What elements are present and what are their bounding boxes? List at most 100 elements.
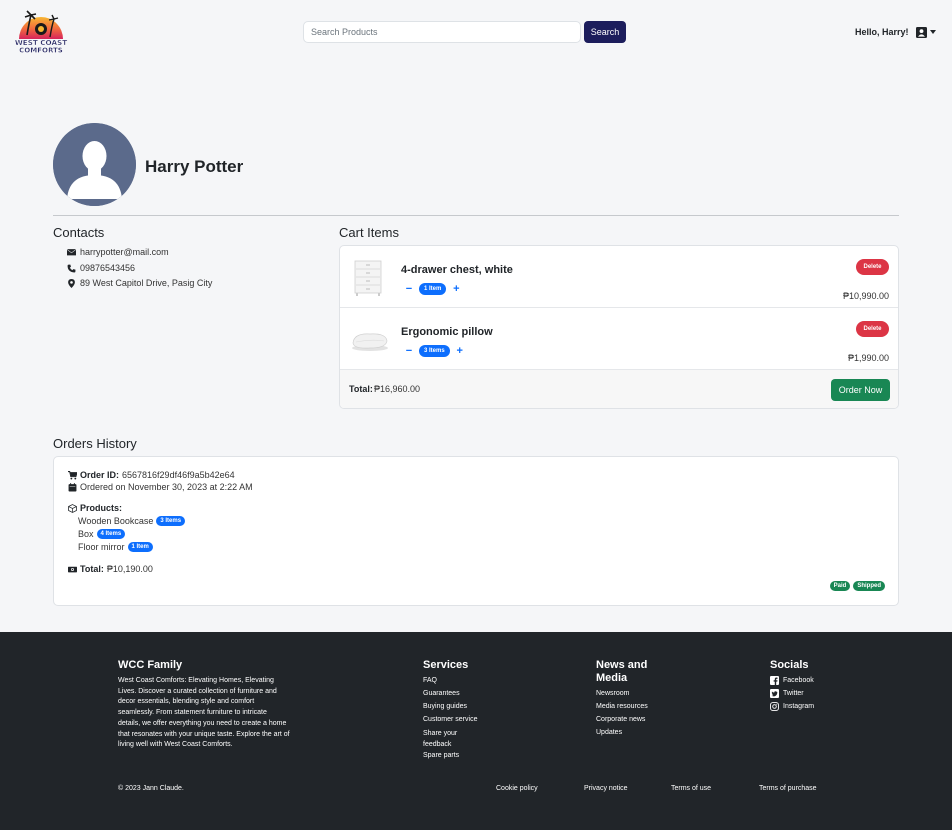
order-id-value: 6567816f29df46f9a5b42e64 xyxy=(122,470,235,480)
delete-item-button[interactable]: Delete xyxy=(856,321,889,337)
order-id-label: Order ID: xyxy=(80,470,120,480)
cart-total-label: Total: xyxy=(349,384,373,394)
contact-email: harrypotter@mail.com xyxy=(67,247,169,257)
search-button[interactable]: Search xyxy=(584,21,626,43)
order-products-heading: Products: xyxy=(68,503,122,513)
increase-quantity-button[interactable]: + xyxy=(452,283,460,295)
quantity-badge: 1 Item xyxy=(419,283,447,295)
order-card: Order ID: 6567816f29df46f9a5b42e64 Order… xyxy=(53,456,899,606)
footer-link-privacy-notice[interactable]: Privacy notice xyxy=(584,785,628,792)
brand-logo[interactable]: WEST COAST COMFORTS xyxy=(14,9,68,55)
footer-link-spare-parts[interactable]: Spare parts xyxy=(423,752,459,759)
footer-link-corporate-news[interactable]: Corporate news xyxy=(596,716,645,723)
cart-heading: Cart Items xyxy=(339,225,399,240)
navbar: WEST COAST COMFORTS Search Hello, Harry! xyxy=(0,0,952,64)
phone-icon xyxy=(67,264,76,272)
delete-item-button[interactable]: Delete xyxy=(856,259,889,275)
instagram-icon xyxy=(770,702,779,711)
order-product-item: Floor mirror 1 Item xyxy=(78,542,153,552)
twitter-icon xyxy=(770,689,779,698)
user-badge-icon xyxy=(916,26,927,38)
footer-link-media-resources[interactable]: Media resources xyxy=(596,703,648,710)
instagram-label: Instagram xyxy=(783,703,815,710)
contact-phone-text: 09876543456 xyxy=(80,263,136,273)
contact-phone: 09876543456 xyxy=(67,263,135,273)
order-total-value: ₱10,190.00 xyxy=(106,564,153,574)
footer-link-updates[interactable]: Updates xyxy=(596,729,622,736)
product-qty-badge: 3 Items xyxy=(156,516,186,526)
footer-link-faq[interactable]: FAQ xyxy=(423,677,437,684)
order-total-label: Total: xyxy=(80,564,104,574)
quantity-stepper: − 1 Item + xyxy=(405,283,460,295)
footer-link-terms-of-purchase[interactable]: Terms of purchase xyxy=(759,785,817,792)
dresser-thumbnail xyxy=(350,257,386,297)
cart-item-price: ₱10,990.00 xyxy=(842,291,889,301)
quantity-badge: 3 Items xyxy=(419,345,450,357)
cart-card: 4-drawer chest, white − 1 Item + Delete … xyxy=(339,245,899,409)
footer-link-newsroom[interactable]: Newsroom xyxy=(596,690,629,697)
order-product-item: Wooden Bookcase 3 Items xyxy=(78,516,186,526)
products-label: Products: xyxy=(80,503,123,513)
product-qty-badge: 4 Items xyxy=(96,529,126,539)
footer-link-twitter[interactable]: Twitter xyxy=(770,689,804,698)
footer-link-terms-of-use[interactable]: Terms of use xyxy=(671,785,711,792)
footer-link-guarantees[interactable]: Guarantees xyxy=(423,690,460,697)
contacts-heading: Contacts xyxy=(53,225,105,240)
order-product-item: Box 4 Items xyxy=(78,529,126,539)
footer-family-title: WCC Family xyxy=(118,659,183,671)
caret-down-icon xyxy=(930,30,936,34)
footer-copyright: © 2023 Jann Claude. xyxy=(118,785,184,792)
order-date: Ordered on November 30, 2023 at 2:22 AM xyxy=(80,482,253,492)
decrease-quantity-button[interactable]: − xyxy=(405,283,413,295)
user-menu-dropdown[interactable] xyxy=(916,25,938,39)
footer-link-customer-service[interactable]: Customer service xyxy=(423,716,477,723)
footer-link-instagram[interactable]: Instagram xyxy=(770,702,814,711)
search-input[interactable] xyxy=(303,21,581,43)
increase-quantity-button[interactable]: + xyxy=(456,345,464,357)
facebook-icon xyxy=(770,676,779,685)
orders-heading: Orders History xyxy=(53,436,137,451)
order-total-row: Total: ₱10,190.00 xyxy=(68,564,153,574)
box-icon xyxy=(68,503,77,513)
cart-item: Ergonomic pillow − 3 Items + Delete ₱1,9… xyxy=(340,308,898,370)
order-now-button[interactable]: Order Now xyxy=(831,379,890,401)
cart-total-value: ₱16,960.00 xyxy=(374,384,421,394)
contact-address-text: 89 West Capitol Drive, Pasig City xyxy=(80,278,213,288)
decrease-quantity-button[interactable]: − xyxy=(405,345,413,357)
site-footer: WCC Family West Coast Comforts: Elevatin… xyxy=(0,632,952,830)
calendar-icon xyxy=(68,482,77,491)
order-date-row: Ordered on November 30, 2023 at 2:22 AM xyxy=(68,482,253,492)
footer-link-buying-guides[interactable]: Buying guides xyxy=(423,703,467,710)
facebook-label: Facebook xyxy=(783,677,814,684)
cart-item-price: ₱1,990.00 xyxy=(847,353,889,363)
profile-divider xyxy=(53,215,899,216)
footer-news-title: News and Media xyxy=(596,659,648,684)
footer-family-description: West Coast Comforts: Elevating Homes, El… xyxy=(118,677,290,749)
cart-icon xyxy=(68,470,77,479)
footer-link-cookie-policy[interactable]: Cookie policy xyxy=(496,785,538,792)
footer-link-feedback[interactable]: Share your feedback xyxy=(423,729,475,750)
footer-services-title: Services xyxy=(423,659,469,671)
envelope-icon xyxy=(67,248,76,255)
profile-name: Harry Potter xyxy=(145,157,244,176)
product-name: Box xyxy=(78,529,94,539)
cash-icon xyxy=(68,566,77,572)
order-id-row: Order ID: 6567816f29df46f9a5b42e64 xyxy=(68,470,235,480)
cart-item-name: Ergonomic pillow xyxy=(401,326,493,338)
footer-link-facebook[interactable]: Facebook xyxy=(770,676,814,685)
user-greeting: Hello, Harry! xyxy=(855,27,909,37)
profile-avatar xyxy=(53,123,136,206)
shipped-status-badge: Shipped xyxy=(853,581,885,591)
pillow-thumbnail xyxy=(350,321,390,361)
product-name: Floor mirror xyxy=(78,542,125,552)
contact-email-text: harrypotter@mail.com xyxy=(80,247,169,257)
location-pin-icon xyxy=(68,278,75,288)
svg-text:COMFORTS: COMFORTS xyxy=(19,47,63,55)
product-name: Wooden Bookcase xyxy=(78,516,154,526)
cart-item-name: 4-drawer chest, white xyxy=(401,264,513,276)
contact-address: 89 West Capitol Drive, Pasig City xyxy=(67,278,212,288)
cart-footer: Total: ₱16,960.00 Order Now xyxy=(340,370,898,408)
paid-status-badge: Paid xyxy=(829,581,851,591)
cart-item: 4-drawer chest, white − 1 Item + Delete … xyxy=(340,246,898,308)
product-qty-badge: 1 Item xyxy=(127,542,153,552)
